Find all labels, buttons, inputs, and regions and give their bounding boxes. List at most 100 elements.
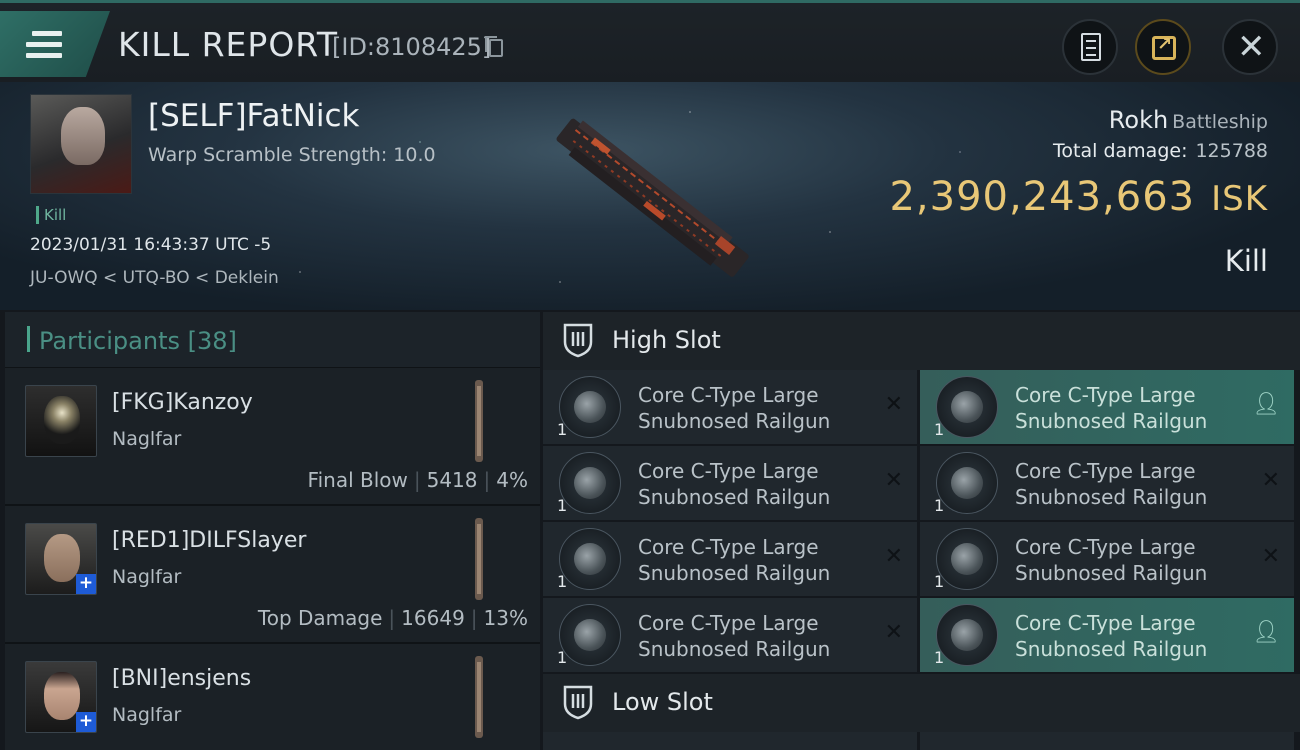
railgun-icon (936, 376, 998, 438)
module-name: Core C-Type Large Snubnosed Railgun (638, 459, 831, 509)
high-slot-grid: 1 Core C-Type Large Snubnosed Railgun ✕ 1… (543, 370, 1300, 674)
menu-button[interactable] (0, 11, 110, 77)
participant-name: [RED1]DILFSlayer (112, 528, 307, 553)
module-name: Core C-Type Large Snubnosed Railgun (1015, 611, 1208, 661)
isk-value: 2,390,243,663 ISK (889, 174, 1268, 220)
module-quantity: 1 (557, 420, 568, 439)
participant-ship: Naglfar (112, 704, 182, 726)
high-slot-label: High Slot (612, 326, 721, 354)
module-name: Core C-Type Large Snubnosed Railgun (1015, 383, 1208, 433)
header-bar: KILL REPORT [ID:8108425] ✕ (0, 0, 1300, 82)
high-slot-header: High Slot (543, 312, 1300, 370)
close-icon: ✕ (1237, 27, 1266, 67)
warp-scramble-strength: Warp Scramble Strength: 10.0 (148, 144, 436, 166)
railgun-icon (559, 376, 621, 438)
participant-role: Final Blow (307, 468, 408, 492)
ship-name[interactable]: Rokh Battleship (1109, 106, 1268, 134)
total-damage-value: 125788 (1195, 140, 1268, 162)
participant-damage: 16649 (401, 606, 465, 630)
module-slot[interactable]: 1 Core C-Type Large Snubnosed Railgun ✕ (543, 370, 917, 444)
participants-panel: Participants [38] [FKG]Kanzoy Naglfar Fi… (5, 312, 540, 750)
module-quantity: 1 (557, 496, 568, 515)
participant-row[interactable]: + [BNI]ensjens Naglfar (5, 644, 540, 750)
participant-ship: Naglfar (112, 428, 182, 450)
participant-name: [BNI]ensjens (112, 666, 252, 691)
total-damage-label: Total damage: (1053, 140, 1188, 162)
low-slot-label: Low Slot (612, 688, 713, 716)
module-name: Core C-Type Large Snubnosed Railgun (638, 535, 831, 585)
participant-ship: Naglfar (112, 566, 182, 588)
participants-accent-bar (27, 326, 30, 352)
shield-icon (563, 323, 593, 358)
module-slot[interactable] (920, 732, 1294, 750)
ship-name-text: Rokh (1108, 106, 1169, 134)
victim-name[interactable]: [SELF]FatNick (148, 98, 360, 134)
participant-row[interactable]: [FKG]Kanzoy Naglfar Final Blow | 5418 | 4% (5, 368, 540, 506)
person-icon: 👤︎ (1252, 620, 1280, 645)
x-icon: ✕ (884, 620, 903, 645)
isk-amount: 2,390,243,663 (889, 174, 1196, 220)
railgun-icon (936, 528, 998, 590)
participant-avatar[interactable]: + (25, 661, 97, 733)
module-quantity: 1 (557, 648, 568, 667)
module-name: Core C-Type Large Snubnosed Railgun (638, 611, 831, 661)
participant-avatar[interactable]: + (25, 523, 97, 595)
victim-banner: [SELF]FatNick Warp Scramble Strength: 10… (0, 82, 1300, 310)
module-quantity: 1 (934, 572, 945, 591)
module-quantity: 1 (934, 420, 945, 439)
x-icon: ✕ (1261, 468, 1280, 493)
module-name: Core C-Type Large Snubnosed Railgun (1015, 535, 1208, 585)
plus-badge-icon: + (76, 574, 96, 594)
total-damage: Total damage: 125788 (1053, 140, 1268, 162)
module-quantity: 1 (934, 496, 945, 515)
participants-header[interactable]: Participants [38] (5, 312, 540, 368)
module-quantity: 1 (557, 572, 568, 591)
participant-stats: Top Damage | 16649 | 13% (257, 606, 528, 630)
low-slot-header: Low Slot (543, 674, 1300, 732)
module-name: Core C-Type Large Snubnosed Railgun (1015, 459, 1208, 509)
kill-timestamp: 2023/01/31 16:43:37 UTC -5 (30, 235, 272, 255)
module-slot[interactable]: 1 Core C-Type Large Snubnosed Railgun 👤︎ (920, 598, 1294, 672)
module-slot[interactable]: 1 Core C-Type Large Snubnosed Railgun ✕ (920, 522, 1294, 596)
participant-role: Top Damage (257, 606, 383, 630)
fitting-panel: High Slot 1 Core C-Type Large Snubnosed R… (543, 312, 1300, 750)
module-slot[interactable]: 1 Core C-Type Large Snubnosed Railgun 👤︎ (920, 370, 1294, 444)
victim-avatar[interactable] (30, 94, 132, 194)
railgun-icon (559, 604, 621, 666)
x-icon: ✕ (884, 544, 903, 569)
participants-label: Participants [38] (39, 327, 237, 355)
copy-icon[interactable] (485, 36, 503, 57)
plus-badge-icon: + (76, 712, 96, 732)
outcome-label: Kill (1224, 244, 1268, 278)
railgun-icon (559, 452, 621, 514)
module-name: Core C-Type Large Snubnosed Railgun (638, 383, 831, 433)
module-slot[interactable]: 1 Core C-Type Large Snubnosed Railgun ✕ (920, 446, 1294, 520)
share-button[interactable] (1135, 19, 1191, 75)
module-slot[interactable]: 1 Core C-Type Large Snubnosed Railgun ✕ (543, 446, 917, 520)
participant-percent: 13% (483, 606, 528, 630)
kill-tag: Kill (36, 206, 66, 224)
participant-percent: 4% (496, 468, 528, 492)
share-icon (1152, 34, 1176, 60)
kill-location[interactable]: JU-OWQ < UTQ-BO < Deklein (30, 268, 279, 288)
participant-stats: Final Blow | 5418 | 4% (307, 468, 528, 492)
clipboard-icon (1081, 33, 1101, 61)
participant-ship-image (475, 380, 483, 462)
clipboard-button[interactable] (1062, 19, 1118, 75)
person-icon: 👤︎ (1252, 392, 1280, 417)
close-button[interactable]: ✕ (1222, 19, 1278, 75)
participant-name: [FKG]Kanzoy (112, 390, 253, 415)
module-slot[interactable]: 1 Core C-Type Large Snubnosed Railgun ✕ (543, 522, 917, 596)
module-slot[interactable] (543, 732, 917, 750)
railgun-icon (559, 528, 621, 590)
menu-icon (26, 31, 62, 58)
shield-icon (563, 685, 593, 720)
railgun-icon (936, 452, 998, 514)
module-quantity: 1 (934, 648, 945, 667)
x-icon: ✕ (1261, 544, 1280, 569)
module-slot[interactable]: 1 Core C-Type Large Snubnosed Railgun ✕ (543, 598, 917, 672)
isk-unit: ISK (1211, 179, 1268, 219)
participant-row[interactable]: + [RED1]DILFSlayer Naglfar Top Damage | 16… (5, 506, 540, 644)
participant-ship-image (475, 518, 483, 600)
participant-avatar[interactable] (25, 385, 97, 457)
